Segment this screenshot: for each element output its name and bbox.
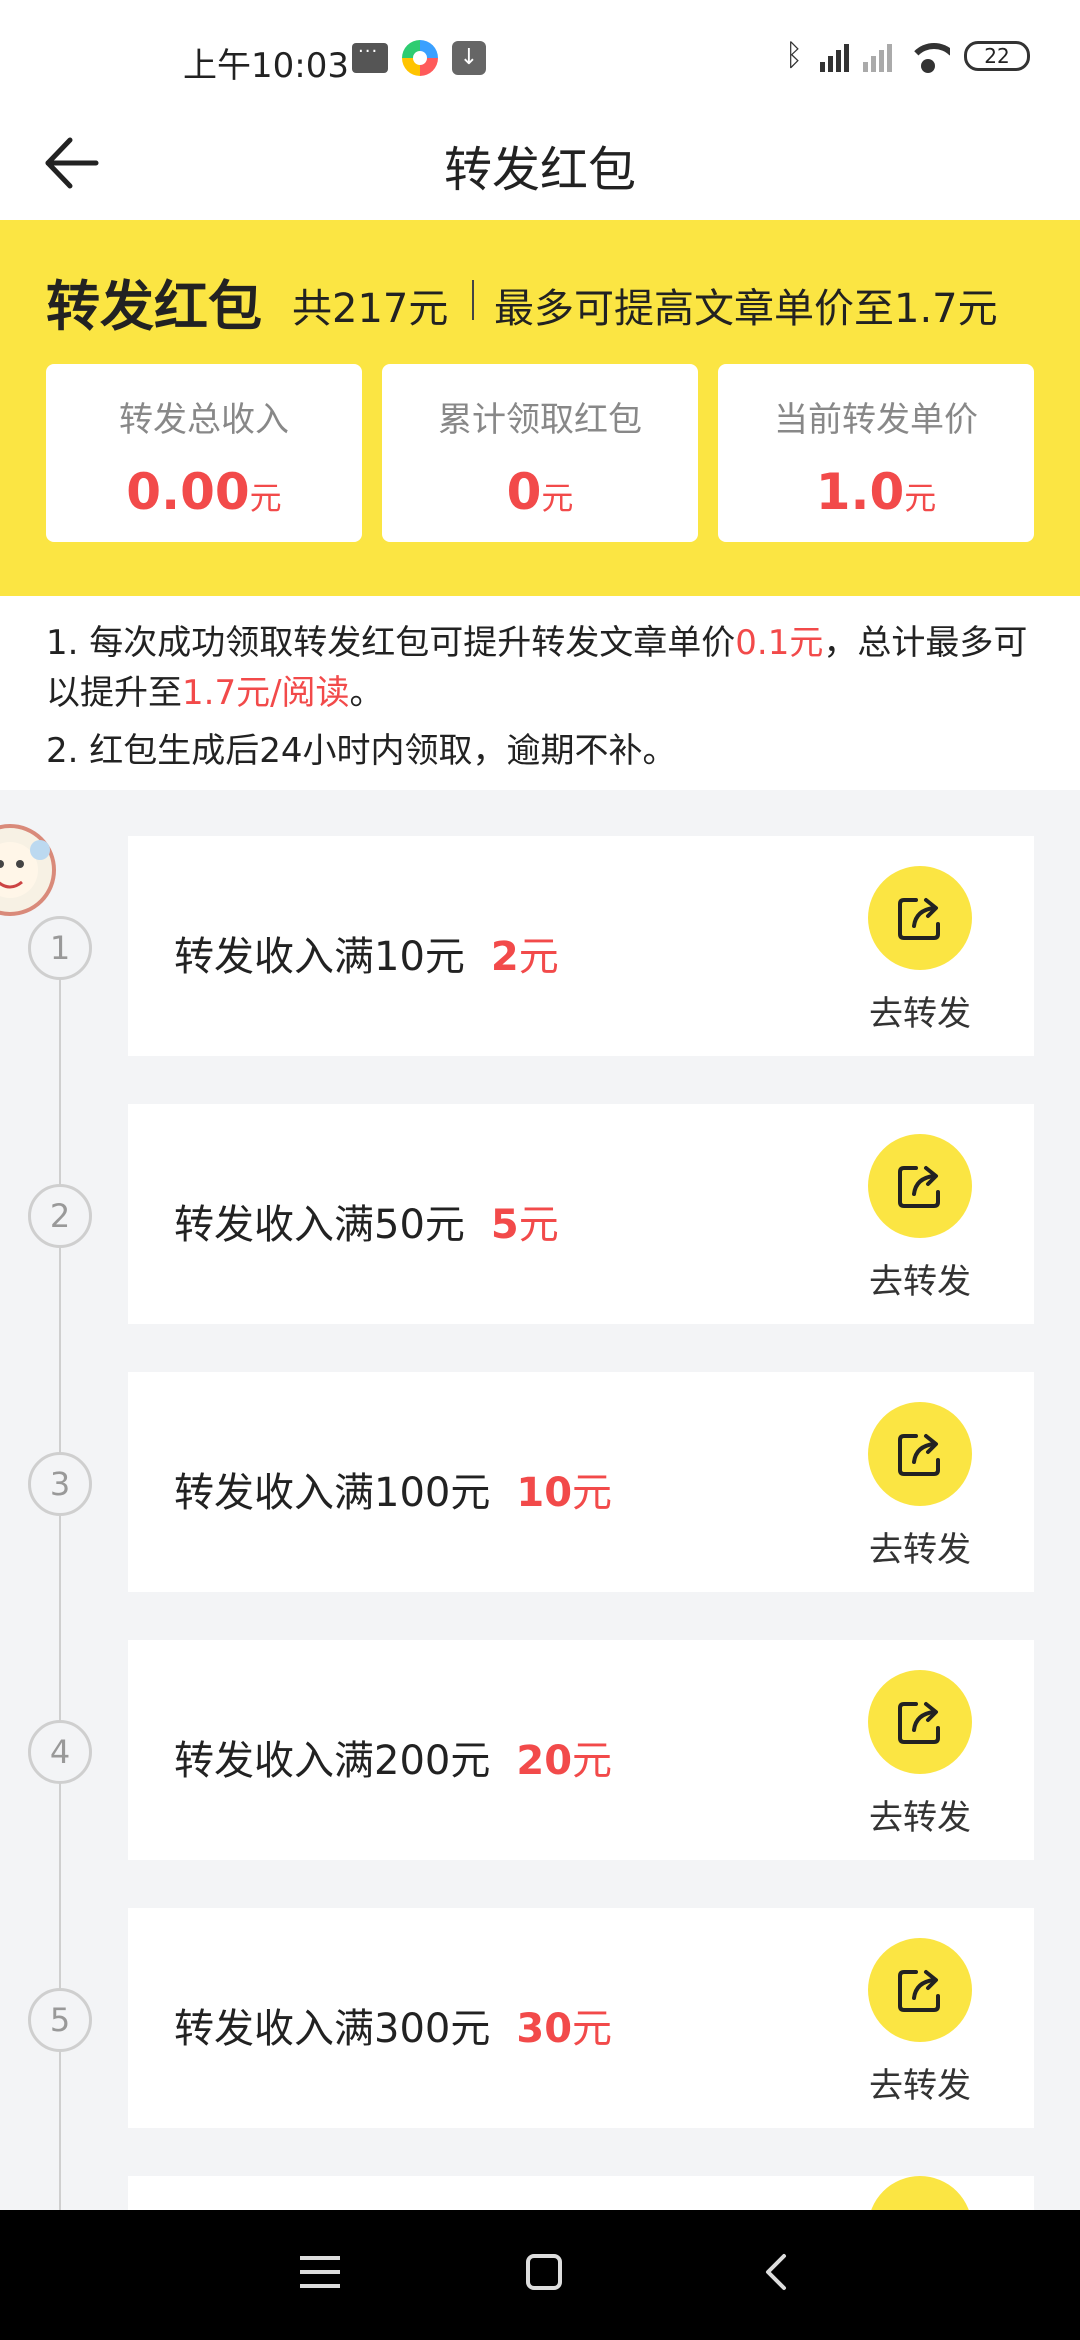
stat-label: 转发总收入: [119, 400, 289, 440]
task-reward: 10元: [516, 1470, 613, 1516]
stat-card-total-redpacket: 累计领取红包 0元: [382, 364, 698, 542]
hero-title: 转发红包: [46, 275, 262, 338]
share-button[interactable]: [868, 1402, 972, 1506]
status-time: 上午10:03: [183, 46, 349, 86]
back-nav-icon[interactable]: [756, 2250, 796, 2294]
share-icon: [898, 1970, 940, 2012]
share-icon: [898, 1166, 940, 1208]
task-text: 转发收入满100元 10元: [174, 1470, 613, 1516]
task-card: 转发收入满200元 20元 去转发: [128, 1640, 1034, 1860]
bluetooth-icon: ᛒ: [785, 38, 803, 73]
task-card: 转发收入满100元 10元 去转发: [128, 1372, 1034, 1592]
menu-icon[interactable]: [300, 2256, 340, 2292]
app-header: 转发红包: [0, 120, 1080, 220]
home-icon[interactable]: [526, 2254, 562, 2290]
status-right-icons: ᛒ 22: [782, 38, 1030, 73]
step-number: 4: [28, 1720, 92, 1784]
task-card-partial: [128, 2176, 1034, 2210]
stat-label: 累计领取红包: [438, 400, 642, 440]
share-button-partial[interactable]: [868, 2176, 972, 2210]
stat-value: 0.00元: [126, 463, 282, 521]
share-button[interactable]: [868, 1938, 972, 2042]
hero-banner: 转发红包 共217元 最多可提高文章单价至1.7元 转发总收入 0.00元 累计…: [0, 220, 1080, 596]
hero-total: 共217元: [292, 286, 449, 332]
share-label[interactable]: 去转发: [840, 1254, 1000, 1303]
task-card: 转发收入满10元 2元 去转发: [128, 836, 1034, 1056]
task-text: 转发收入满200元 20元: [174, 1738, 613, 1784]
rule-1: 1. 每次成功领取转发红包可提升转发文章单价0.1元，总计最多可以提升至1.7元…: [46, 623, 1028, 713]
task-reward: 5元: [490, 1202, 559, 1248]
share-icon: [898, 898, 940, 940]
step-number: 1: [28, 916, 92, 980]
task-text: 转发收入满50元 5元: [174, 1202, 559, 1248]
task-text: 转发收入满300元 30元: [174, 2006, 613, 2052]
signal-icon: [863, 40, 892, 72]
stat-card-total-income: 转发总收入 0.00元: [46, 364, 362, 542]
battery-icon: 22: [964, 40, 1030, 71]
stat-card-unit-price: 当前转发单价 1.0元: [718, 364, 1034, 542]
task-card: 转发收入满50元 5元 去转发: [128, 1104, 1034, 1324]
wifi-icon: [906, 39, 950, 73]
share-button[interactable]: [868, 1670, 972, 1774]
rule-2: 2. 红包生成后24小时内领取，逾期不补。: [46, 731, 677, 771]
stat-label: 当前转发单价: [774, 400, 978, 440]
rules-section: 1. 每次成功领取转发红包可提升转发文章单价0.1元，总计最多可以提升至1.7元…: [0, 596, 1080, 790]
download-notification-icon: ↓: [452, 41, 486, 75]
hero-max-info: 最多可提高文章单价至1.7元: [494, 286, 998, 332]
task-reward: 30元: [516, 2006, 613, 2052]
status-bar: 上午10:03 ↓ ᛒ 22: [0, 0, 1080, 120]
hero-divider: [472, 280, 474, 320]
share-label[interactable]: 去转发: [840, 2058, 1000, 2107]
task-reward: 2元: [490, 934, 559, 980]
share-button[interactable]: [868, 866, 972, 970]
share-label[interactable]: 去转发: [840, 1790, 1000, 1839]
share-icon: [898, 1434, 940, 1476]
step-number: 5: [28, 1988, 92, 2052]
step-number: 3: [28, 1452, 92, 1516]
stat-value: 1.0元: [815, 463, 937, 521]
system-nav-bar: [0, 2210, 1080, 2340]
share-label[interactable]: 去转发: [840, 1522, 1000, 1571]
message-notification-icon: [352, 41, 388, 73]
task-card: 转发收入满300元 30元 去转发: [128, 1908, 1034, 2128]
signal-hd-icon: [820, 40, 849, 72]
page-title: 转发红包: [443, 142, 636, 198]
stat-value: 0元: [506, 463, 574, 521]
task-text: 转发收入满10元 2元: [174, 934, 559, 980]
share-label[interactable]: 去转发: [840, 986, 1000, 1035]
status-left-icons: ↓: [352, 40, 486, 76]
step-number: 2: [28, 1184, 92, 1248]
task-reward: 20元: [516, 1738, 613, 1784]
share-button[interactable]: [868, 1134, 972, 1238]
share-icon: [898, 1702, 940, 1744]
app-notification-icon: [402, 40, 438, 76]
